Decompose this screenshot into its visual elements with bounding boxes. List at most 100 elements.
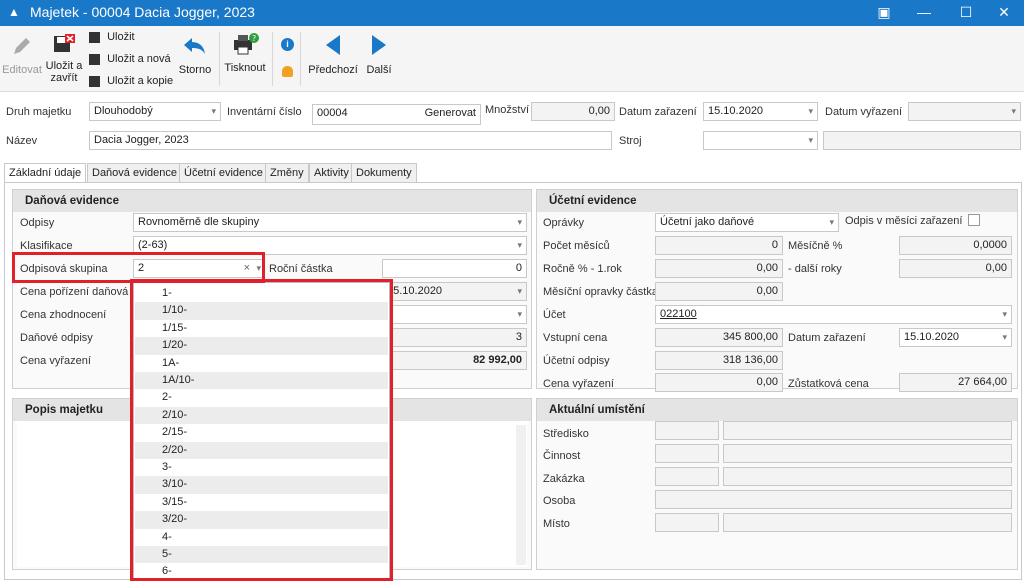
bell-icon[interactable] xyxy=(282,66,293,77)
minimize-button[interactable]: — xyxy=(904,0,944,26)
previous-button[interactable]: Předchozí xyxy=(308,32,358,76)
info-icon[interactable]: i xyxy=(281,38,294,51)
opravky-label: Oprávky xyxy=(543,217,584,229)
acc-depreciation-label: Účetní odpisy xyxy=(543,355,610,367)
depreciation-method-label: Odpisy xyxy=(20,217,55,229)
location-label-cost-center: Středisko xyxy=(543,428,589,440)
place-name xyxy=(723,513,1012,532)
asset-type-select[interactable]: Dlouhodobý xyxy=(89,102,221,121)
monthly-pct-label: Měsíčně % xyxy=(788,240,843,252)
cost-center-name xyxy=(723,421,1012,440)
machine-select[interactable] xyxy=(703,131,818,150)
yearly-first-label: Ročně % - 1.rok xyxy=(543,263,622,275)
floppy-plus-icon xyxy=(89,53,100,65)
account-select[interactable]: 022100 xyxy=(655,305,1012,324)
arrow-right-icon xyxy=(372,35,386,55)
disposal-price-label: Cena vyřazení xyxy=(20,355,91,367)
acc-disposal-price-label: Cena vyřazení xyxy=(543,378,614,390)
edit-button[interactable]: Editovat xyxy=(2,34,42,76)
inventory-number-input[interactable]: 00004 Generovat xyxy=(312,104,481,125)
activity-code[interactable] xyxy=(655,444,719,463)
location-heading: Aktuální umístění xyxy=(537,399,1017,421)
location-label-activity: Činnost xyxy=(543,450,581,462)
tab-basic[interactable]: Základní údaje xyxy=(4,163,87,183)
svg-text:?: ? xyxy=(252,34,256,43)
quantity-label: Množství xyxy=(485,104,530,116)
acc-depreciation-value: 318 136,00 xyxy=(655,351,783,370)
tab-tax[interactable]: Daňová evidence xyxy=(87,163,183,182)
disposal-price-value: 82 992,00 xyxy=(382,351,527,370)
monthly-pct-input[interactable]: 0,0000 xyxy=(899,236,1012,255)
residual-price-value: 27 664,00 xyxy=(899,373,1012,392)
highlight-dropdown xyxy=(130,279,393,581)
restore-window-button[interactable]: ▣ xyxy=(864,0,904,26)
next-button[interactable]: Další xyxy=(362,32,396,76)
close-button[interactable]: ✕ xyxy=(984,0,1024,26)
location-label-person: Osoba xyxy=(543,495,576,507)
yearly-first-input[interactable]: 0,00 xyxy=(655,259,783,278)
order-name xyxy=(723,467,1012,486)
disposal-date-label: Datum vyřazení xyxy=(825,106,903,118)
maximize-button[interactable]: ☐ xyxy=(946,0,986,26)
generate-button[interactable]: Generovat xyxy=(425,105,476,122)
machine-label: Stroj xyxy=(619,135,642,147)
tax-depreciation-value: 3 xyxy=(382,328,527,347)
account-label: Účet xyxy=(543,309,566,321)
depreciation-start-month-checkbox[interactable] xyxy=(968,214,980,226)
activity-name xyxy=(723,444,1012,463)
tax-date-select[interactable]: 15.10.2020 xyxy=(382,282,527,301)
date-added-label: Datum zařazení xyxy=(619,106,697,118)
name-input[interactable]: Dacia Jogger, 2023 xyxy=(89,131,612,150)
months-input[interactable]: 0 xyxy=(655,236,783,255)
tab-activities[interactable]: Aktivity xyxy=(309,163,354,182)
order-code[interactable] xyxy=(655,467,719,486)
input-price-label: Vstupní cena xyxy=(543,332,608,344)
acc-disposal-price-value: 0,00 xyxy=(655,373,783,392)
floppy-icon xyxy=(89,31,100,43)
pencil-icon xyxy=(14,38,30,54)
tab-documents[interactable]: Dokumenty xyxy=(351,163,417,182)
acc-date-select[interactable]: 15.10.2020 xyxy=(899,328,1012,347)
save-button[interactable]: Uložit xyxy=(89,31,135,43)
tab-changes[interactable]: Změny xyxy=(265,163,309,182)
date-added-select[interactable]: 15.10.2020 xyxy=(703,102,818,121)
save-close-icon xyxy=(54,34,75,52)
save-close-button[interactable]: Uložit a zavřít xyxy=(44,32,84,84)
monthly-amount-input[interactable]: 0,00 xyxy=(655,282,783,301)
person-select[interactable] xyxy=(655,490,1012,509)
machine-name-field xyxy=(823,131,1021,150)
monthly-amount-label: Měsíční opravky částka xyxy=(543,286,658,298)
arrow-left-icon xyxy=(326,35,340,55)
depreciation-method-select[interactable]: Rovnoměrně dle skupiny xyxy=(133,213,527,232)
appreciation-price-label: Cena zhodnocení xyxy=(20,309,107,321)
cancel-button[interactable]: Storno xyxy=(175,34,215,76)
yearly-next-input[interactable]: 0,00 xyxy=(899,259,1012,278)
app-triangle-icon: ▲ xyxy=(8,5,20,19)
annual-amount-label: Roční částka xyxy=(269,263,333,275)
appreciation-select[interactable] xyxy=(382,305,527,324)
tax-depreciation-label: Daňové odpisy xyxy=(20,332,93,344)
save-new-button[interactable]: Uložit a nová xyxy=(89,53,171,65)
quantity-input[interactable]: 0,00 xyxy=(531,102,615,121)
tab-accounting[interactable]: Účetní evidence xyxy=(179,163,268,182)
months-label: Počet měsíců xyxy=(543,240,610,252)
cost-center-code[interactable] xyxy=(655,421,719,440)
disposal-date-select[interactable] xyxy=(908,102,1021,121)
classification-label: Klasifikace xyxy=(20,240,73,252)
residual-price-label: Zůstatková cena xyxy=(788,378,869,390)
save-copy-button[interactable]: Uložit a kopie xyxy=(89,75,173,87)
location-label-order: Zakázka xyxy=(543,473,585,485)
acc-date-label: Datum zařazení xyxy=(788,332,866,344)
yearly-next-label: - další roky xyxy=(788,263,842,275)
window-title: Majetek - 00004 Dacia Jogger, 2023 xyxy=(30,4,255,20)
location-label-place: Místo xyxy=(543,518,570,530)
place-code[interactable] xyxy=(655,513,719,532)
print-button[interactable]: ? Tisknout xyxy=(222,32,268,74)
description-scrollbar[interactable] xyxy=(516,425,526,565)
toolbar: Editovat Uložit a zavřít Uložit Uložit a… xyxy=(0,26,1024,92)
tax-panel-heading: Daňová evidence xyxy=(13,190,531,212)
accounting-heading: Účetní evidence xyxy=(537,190,1017,212)
inventory-number-label: Inventární číslo xyxy=(227,106,302,118)
opravky-select[interactable]: Účetní jako daňové xyxy=(655,213,839,232)
annual-amount-input[interactable]: 0 xyxy=(382,259,527,278)
